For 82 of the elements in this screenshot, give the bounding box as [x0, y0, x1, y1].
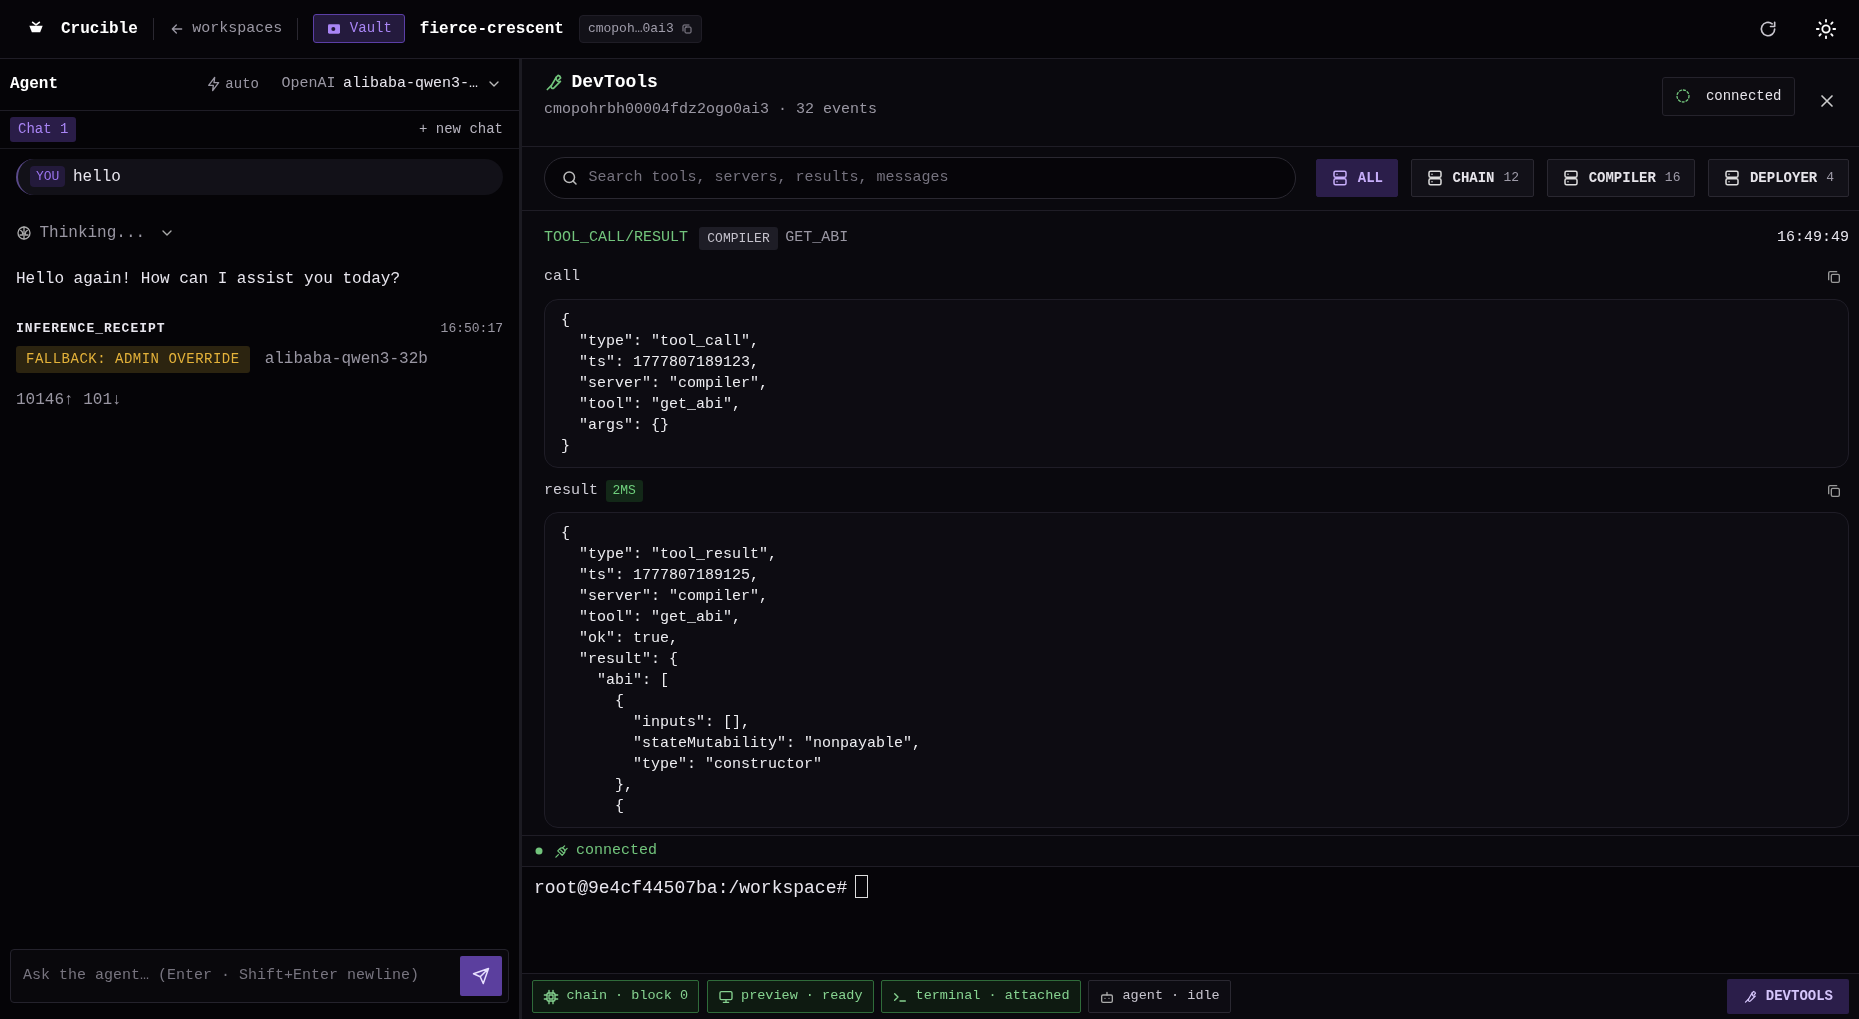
terminal-status: connected: [576, 840, 657, 861]
code-line: "type": "tool_call",: [578, 331, 761, 352]
send-button[interactable]: [460, 956, 502, 996]
event-type: TOOL_CALL/RESULT: [544, 228, 689, 249]
code-line: "type": "constructor": [632, 755, 824, 776]
status-text: preview · ready: [741, 987, 863, 1006]
monitor-icon: [717, 988, 734, 1005]
code-line: "stateMutability": "nonpayable",: [632, 734, 923, 755]
server-tag: COMPILER: [699, 226, 778, 251]
send-icon: [472, 967, 490, 985]
assistant-message: Hello again! How can I assist you today?: [16, 268, 402, 290]
duration-badge: 2MS: [605, 480, 643, 502]
token-count: 10146↑ 101↓: [16, 389, 123, 411]
server-icon: [1330, 169, 1349, 188]
filter-button[interactable]: CHAIN 12: [1410, 159, 1535, 198]
code-line: "ts": 1777807189125,: [578, 566, 761, 587]
code-line: "result": {: [578, 650, 680, 671]
code-line: {: [614, 797, 625, 818]
tool-name: GET_ABI: [785, 228, 849, 249]
search-field[interactable]: Search tools, servers, results, messages: [586, 165, 1279, 191]
search-box[interactable]: Search tools, servers, results, messages: [544, 157, 1296, 200]
message-box[interactable]: Ask the agent… (Enter · Shift+Enter newline): [10, 949, 509, 1003]
status-text: connected: [1705, 86, 1782, 106]
mode-button[interactable]: auto: [205, 73, 259, 95]
section-label: call: [544, 267, 580, 288]
chip-icon: [543, 988, 559, 1005]
thinking-toggle[interactable]: Thinking...: [16, 220, 175, 245]
code-line: "tool": "get_abi",: [578, 394, 743, 415]
message-input[interactable]: Ask the agent… (Enter · Shift+Enter newline): [21, 963, 460, 989]
receipt-time: 16:50:17: [440, 319, 503, 338]
code-line: "abi": [: [596, 671, 671, 692]
back-link[interactable]: workspaces: [168, 17, 283, 41]
code-line: "inputs": [],: [632, 713, 752, 734]
fallback-tag: FALLBACK: ADMIN OVERRIDE: [16, 345, 250, 373]
filter-button[interactable]: ALL: [1315, 159, 1398, 198]
section-label: result: [544, 480, 598, 501]
loading-circle-icon: [1674, 88, 1691, 105]
sender-badge: YOU: [30, 165, 66, 188]
code-line: "type": "tool_result",: [578, 545, 779, 566]
code-line: {: [561, 310, 571, 331]
code-line: },: [614, 776, 634, 797]
copy-icon[interactable]: [1825, 269, 1842, 286]
workspace-name: fierce-crescent: [419, 18, 564, 40]
code-line: "server": "compiler",: [578, 587, 770, 608]
server-icon: [1561, 169, 1580, 188]
code-line: "tool": "get_abi",: [578, 608, 743, 629]
app-name: Crucible: [61, 18, 138, 40]
code-line: "ok": true,: [578, 629, 680, 650]
sun-icon[interactable]: [1815, 17, 1837, 40]
code-line: "args": {}: [578, 415, 671, 436]
plug-icon: [553, 843, 569, 859]
code-line: "server": "compiler",: [578, 373, 770, 394]
code-line: {: [614, 692, 625, 713]
new-chat-button[interactable]: + new chat: [413, 117, 509, 141]
code-line: {: [561, 524, 571, 545]
server-icon: [1425, 169, 1444, 188]
server-icon: [1722, 169, 1741, 188]
model-name: alibaba-qwen3-32b: [264, 349, 428, 371]
vault-badge: Vault: [313, 14, 405, 44]
panel-title: DevTools: [571, 70, 658, 94]
devtools-button[interactable]: DEVTOOLS: [1727, 979, 1849, 1014]
status-text: terminal · attached: [915, 987, 1070, 1006]
status-text: agent · idle: [1122, 987, 1220, 1006]
model-select[interactable]: OpenAI alibaba-qwen3-…: [281, 72, 502, 96]
code-line: "ts": 1777807189123,: [578, 352, 761, 373]
terminal-cursor: [854, 875, 868, 898]
status-text: chain · block 0: [566, 987, 689, 1006]
filter-button[interactable]: COMPILER 16: [1546, 159, 1696, 198]
panel-title: Agent: [10, 74, 58, 96]
session-info: cmopohrbh00004fdz2ogo0ai3 · 32 events: [544, 100, 879, 121]
copy-icon: [681, 22, 694, 35]
code-line: }: [561, 436, 571, 457]
message-text: hello: [72, 166, 121, 188]
terminal-prompt: root@9e4cf44507ba:/workspace#: [534, 877, 848, 900]
filter-button[interactable]: DEPLOYER 4: [1707, 159, 1849, 198]
chat-tab[interactable]: Chat 1: [10, 116, 77, 142]
search-icon: [561, 169, 579, 188]
workspace-id-button[interactable]: cmopoh…0ai3: [578, 15, 703, 43]
copy-icon[interactable]: [1825, 482, 1842, 499]
event-time: 16:49:49: [1777, 228, 1849, 249]
receipt-title: INFERENCE_RECEIPT: [16, 319, 166, 338]
bolt-icon: [205, 76, 222, 93]
